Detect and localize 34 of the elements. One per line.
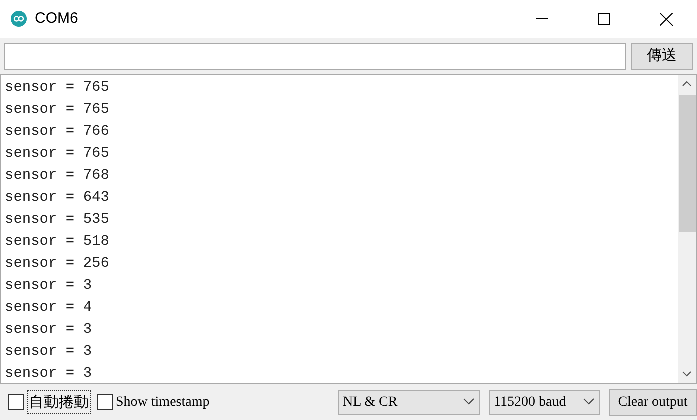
checkbox-label: 自動捲動 (27, 390, 91, 414)
baud-rate-dropdown[interactable]: 115200 baud (489, 390, 600, 414)
app-logo-icon (11, 11, 27, 27)
output-line: sensor = 518 (5, 233, 110, 252)
scroll-up-icon[interactable] (682, 81, 692, 87)
output-line: sensor = 4 (5, 299, 94, 318)
send-button[interactable]: 傳送 (631, 42, 693, 70)
output-line: sensor = 535 (5, 211, 110, 230)
caret-icon (583, 398, 595, 406)
scroll-down-icon[interactable] (682, 371, 692, 377)
close-icon (660, 12, 672, 26)
output-line: sensor = 256 (5, 255, 110, 274)
output-line: sensor = 766 (5, 123, 110, 142)
checkbox-label: Show timestamp (116, 394, 210, 412)
message-input[interactable] (4, 42, 626, 70)
output-line: sensor = 3 (5, 343, 94, 362)
output-line: sensor = 765 (5, 145, 110, 164)
clear-output-button[interactable]: Clear output (609, 388, 697, 416)
output-line: sensor = 643 (5, 189, 110, 208)
caret-icon (463, 398, 475, 406)
output-line: sensor = 3 (5, 321, 94, 340)
checkbox[interactable] (97, 394, 113, 410)
maximize-icon (598, 13, 610, 25)
minimize-icon (536, 18, 548, 20)
output-line: sensor = 3 (5, 277, 94, 296)
output-line: sensor = 765 (5, 79, 110, 98)
line-ending-dropdown[interactable]: NL & CR (338, 390, 480, 414)
output-line: sensor = 765 (5, 101, 110, 120)
output-line: sensor = 3 (5, 365, 94, 384)
checkbox[interactable] (8, 394, 24, 410)
window-title: COM6 (35, 8, 78, 29)
output-line: sensor = 768 (5, 167, 110, 186)
scrollbar[interactable] (678, 75, 696, 383)
scrollbar-thumb[interactable] (678, 95, 696, 232)
